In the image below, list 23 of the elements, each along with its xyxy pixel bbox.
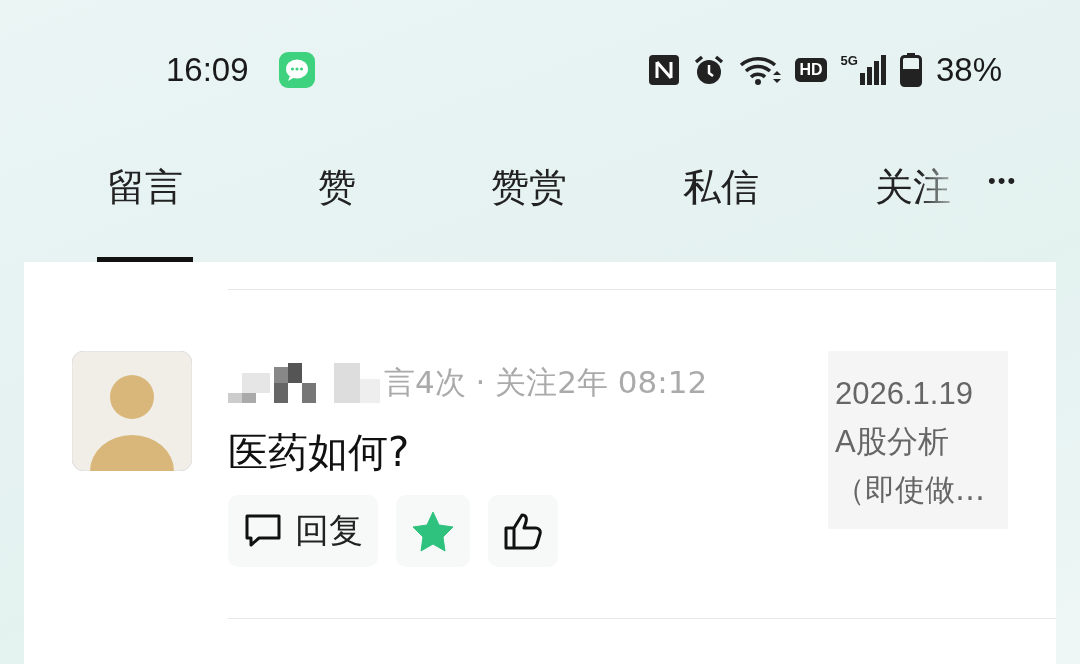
- network-type: 5G: [840, 53, 858, 68]
- battery-percent: 38%: [935, 51, 1002, 89]
- more-button[interactable]: •••: [988, 168, 1018, 194]
- comment-text: 医药如何?: [228, 428, 411, 475]
- star-button[interactable]: [396, 495, 470, 567]
- alarm-clock-icon: [693, 54, 726, 86]
- like-button[interactable]: [488, 495, 558, 567]
- clock-time: 16:09: [166, 51, 249, 89]
- avatar-icon[interactable]: [72, 351, 192, 471]
- battery-icon: [899, 53, 922, 87]
- tab[interactable]: 赞: [272, 140, 402, 262]
- article-thumbnail[interactable]: 2026.1.19 A股分析 （即使做…: [828, 351, 1008, 529]
- wifi-icon: [739, 55, 782, 85]
- hd-badge: HD: [795, 58, 827, 82]
- nfc-icon: [649, 55, 680, 85]
- reply-button[interactable]: 回复: [228, 495, 378, 567]
- comment-icon: [243, 513, 283, 549]
- tab[interactable]: 私信: [656, 140, 786, 262]
- tab[interactable]: 关注: [848, 140, 978, 262]
- comment-meta: 言4次 · 关注2年 08:12: [384, 363, 708, 402]
- tab[interactable]: 赞赏: [464, 140, 594, 262]
- signal-icon: [859, 55, 886, 85]
- chat-app-icon: [278, 52, 315, 88]
